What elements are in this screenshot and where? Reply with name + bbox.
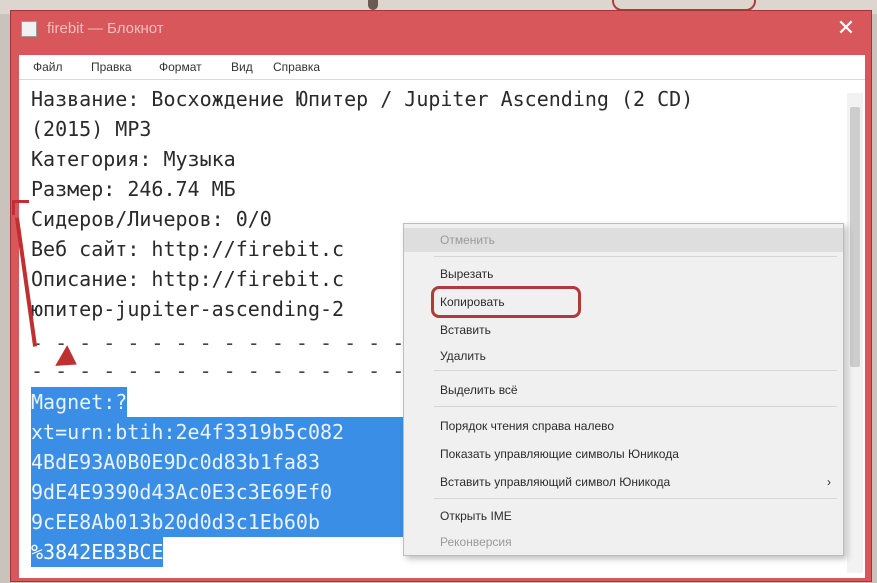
menu-item-select-all[interactable]: Выделить всё [404, 378, 843, 402]
notepad-app-icon[interactable] [21, 21, 37, 37]
menu-view[interactable]: Вид [231, 60, 253, 74]
menu-item-label: Вставить [440, 323, 491, 337]
menu-item-label: Выделить всё [440, 383, 518, 397]
menu-item-insert-unicode-control[interactable]: Вставить управляющий символ Юникода › [404, 470, 843, 494]
selected-text-line: Magnet:? [31, 387, 128, 417]
scrollbar-thumb[interactable] [850, 107, 860, 367]
annotation-arrow-tail [12, 200, 29, 215]
menu-bar: Файл Правка Формат Вид Справка [19, 55, 865, 80]
copy-highlight-annotation [431, 286, 581, 318]
menu-item-cut[interactable]: Вырезать [404, 262, 843, 286]
text-line: Описание: http://firebit.c [31, 267, 345, 291]
text-line: юпитер-jupiter-ascending-2 [31, 297, 345, 321]
menu-separator [434, 370, 837, 371]
menu-item-label: Порядок чтения справа налево [440, 419, 615, 433]
selected-text-line: %3842EB3BCE [31, 537, 164, 567]
text-line: Название: Восхождение Юпитер / Jupiter A… [31, 87, 694, 111]
menu-separator [434, 498, 837, 499]
text-line: Категория: Музыка [31, 147, 236, 171]
menu-edit[interactable]: Правка [91, 60, 132, 74]
separator-line: - - - - - - - - - - - - - - - - - - - - … [31, 359, 405, 383]
menu-format[interactable]: Формат [159, 60, 202, 74]
vertical-scrollbar[interactable] [847, 93, 863, 573]
menu-separator [434, 406, 837, 407]
menu-help[interactable]: Справка [273, 60, 320, 74]
selected-text-line: 9dE4E9390d43Ac0E3c3E69Ef0 [31, 477, 409, 507]
menu-item-show-unicode-controls[interactable]: Показать управляющие символы Юникода [404, 442, 843, 466]
close-button[interactable]: ✕ [827, 15, 865, 41]
submenu-arrow-icon: › [827, 475, 831, 489]
menu-separator [434, 256, 837, 257]
context-menu: Отменить Вырезать Копировать Вставить Уд… [403, 223, 844, 556]
menu-item-reconversion[interactable]: Реконверсия [404, 530, 843, 554]
menu-item-label: Вырезать [440, 267, 494, 281]
background-window-mark [368, 0, 378, 10]
menu-item-rtl-reading-order[interactable]: Порядок чтения справа налево [404, 414, 843, 438]
menu-item-label: Удалить [440, 349, 486, 363]
menu-item-paste[interactable]: Вставить [404, 318, 843, 342]
selected-text-line: 9cEE8Ab013b20d0d3c1Eb60b [31, 507, 409, 537]
menu-item-label: Открыть IME [440, 509, 512, 523]
menu-item-undo[interactable]: Отменить [404, 228, 843, 252]
title-bar[interactable]: firebit — Блокнот ✕ [11, 11, 871, 47]
menu-item-label: Отменить [440, 233, 495, 247]
text-line: (2015) MP3 [31, 117, 152, 141]
selected-text-line: xt=urn:btih:2e4f3319b5c082 [31, 417, 409, 447]
menu-item-label: Показать управляющие символы Юникода [440, 447, 679, 461]
text-line: Веб сайт: http://firebit.c [31, 237, 345, 261]
menu-item-label: Реконверсия [440, 535, 512, 549]
text-line: Сидеров/Личеров: 0/0 [31, 207, 272, 231]
window-title: firebit — Блокнот [47, 20, 164, 37]
menu-item-delete[interactable]: Удалить [404, 344, 843, 368]
menu-file[interactable]: Файл [33, 60, 63, 74]
separator-line: - - - - - - - - - - - - - - - - - - - - … [31, 331, 405, 355]
selected-text-line: 4BdE93A0B0E9Dc0d83b1fa83 [31, 447, 409, 477]
menu-item-label: Вставить управляющий символ Юникода [440, 475, 671, 489]
menu-item-open-ime[interactable]: Открыть IME [404, 504, 843, 528]
text-line: Размер: 246.74 МБ [31, 177, 236, 201]
